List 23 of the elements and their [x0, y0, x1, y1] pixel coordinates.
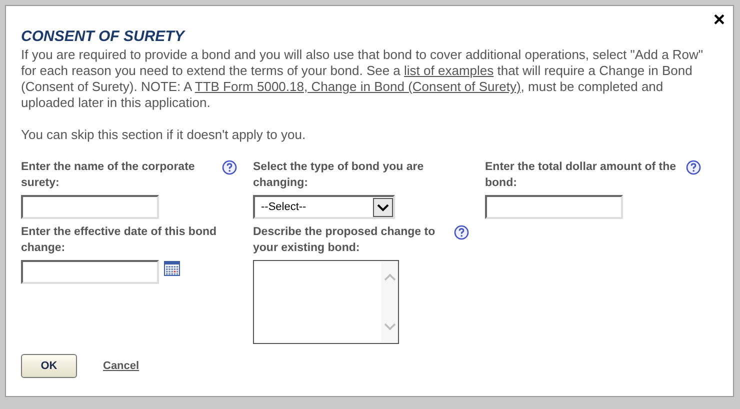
help-icon[interactable] — [222, 160, 237, 175]
document-link[interactable]: list of examples — [404, 63, 494, 78]
skip-note: You can skip this section if it doesn't apply to you. — [21, 127, 307, 143]
help-icon[interactable] — [686, 160, 701, 175]
field-label: Enter the total dollar amount of the bond: — [485, 160, 678, 191]
calendar-icon[interactable] — [164, 261, 180, 276]
field-label: Select the type of bond you are changing: — [253, 160, 425, 191]
cancel-link[interactable]: Cancel — [103, 358, 140, 374]
text-field[interactable] — [21, 195, 159, 219]
close-button[interactable]: × — [713, 10, 725, 30]
bond-type-dropdown[interactable]: --Select-- — [253, 195, 395, 219]
field-label: Describe the proposed change to your existing bond: — [253, 225, 436, 256]
field-label: Enter the effective date of this bond change: — [21, 225, 217, 256]
field-label: Enter the name of the corporate surety: — [21, 160, 196, 191]
chevron-down-icon — [373, 198, 393, 216]
help-icon[interactable] — [454, 225, 469, 240]
description-textarea[interactable] — [253, 260, 399, 344]
intro-text: If you are required to provide a bond and you will also use that bond to cover additional operations, select "Add a Row" for each reason you need to extend the terms of your bond. See a list of examples that will require a Change in Bond (Consent of Surety). NOTE: A TTB Form 5000.18, Change in Bond (Consent of Surety), must be completed and uploaded later in this application. — [21, 47, 704, 111]
ok-button[interactable]: OK — [21, 354, 77, 378]
text-field[interactable] — [485, 195, 623, 219]
document-link[interactable]: TTB Form 5000.18, Change in Bond (Consent of Surety) — [194, 79, 521, 94]
dialog-title: CONSENT OF SURETY — [21, 28, 186, 46]
date-field[interactable] — [21, 260, 159, 284]
